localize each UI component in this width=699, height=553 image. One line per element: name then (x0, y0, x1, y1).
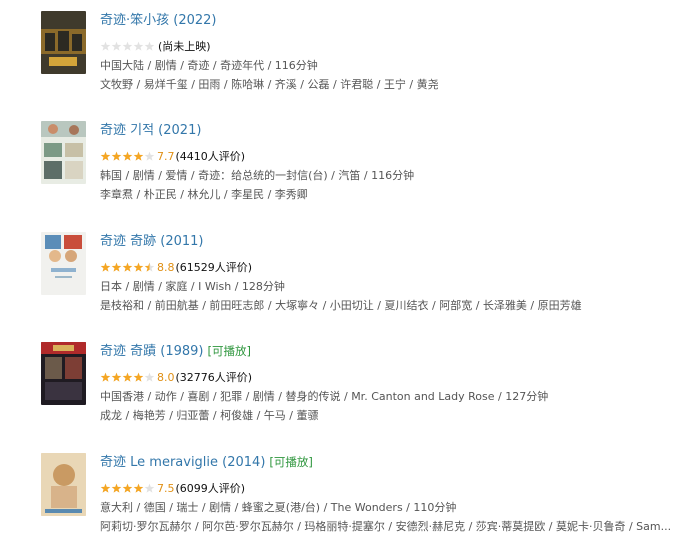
rating-line: 8.0(32776人评价) (100, 369, 253, 384)
star-empty-icon (100, 41, 111, 51)
rating-votes: (32776人评价) (175, 371, 253, 384)
rating-stars-icon (100, 261, 155, 272)
star-filled-icon (100, 483, 111, 493)
rating-votes: (4410人评价) (175, 150, 246, 163)
movie-cast: 是枝裕和 / 前田航基 / 前田旺志郎 / 大塚寧々 / 小田切让 / 夏川结衣… (100, 299, 582, 312)
star-filled-icon (133, 372, 144, 382)
movie-cast: 阿莉切·罗尔瓦赫尔 / 阿尔芭·罗尔瓦赫尔 / 玛格丽特·提塞尔 / 安德烈·赫… (100, 520, 670, 533)
rating-stars-icon (100, 371, 155, 382)
star-filled-icon (122, 262, 133, 272)
star-filled-icon (100, 262, 111, 272)
star-empty-icon (144, 151, 155, 161)
title-line: 奇迹 Le meraviglie (2014) [可播放] (100, 454, 313, 471)
movie-title-link[interactable]: 奇迹 奇蹟 (1989) (100, 344, 204, 359)
star-filled-icon (133, 262, 144, 272)
result-item-1: 奇迹·笨小孩 (2022) (尚未上映) 中国大陆 / 剧情 / 奇迹 / 奇迹… (0, 11, 699, 111)
playable-badge[interactable]: [可播放] (269, 455, 312, 469)
rating-stars-icon (100, 40, 155, 51)
movie-meta: 日本 / 剧情 / 家庭 / I Wish / 128分钟 (100, 280, 285, 293)
movie-cast: 文牧野 / 易烊千玺 / 田雨 / 陈哈琳 / 齐溪 / 公磊 / 许君聪 / … (100, 78, 439, 91)
result-item-2: 奇迹 기적 (2021) 7.7(4410人评价) 韩国 / 剧情 / 爱情 /… (0, 121, 699, 221)
star-empty-icon (144, 372, 155, 382)
movie-meta: 意大利 / 德国 / 瑞士 / 剧情 / 蜂蜜之夏(港/台) / The Won… (100, 501, 457, 514)
star-filled-icon (111, 483, 122, 493)
rating-votes: (6099人评价) (175, 482, 246, 495)
star-filled-icon (100, 151, 111, 161)
star-empty-icon (144, 483, 155, 493)
movie-meta: 中国香港 / 动作 / 喜剧 / 犯罪 / 剧情 / 替身的传说 / Mr. C… (100, 390, 549, 403)
rating-score: 7.5 (157, 482, 175, 495)
movie-title-link[interactable]: 奇迹 기적 (2021) (100, 123, 201, 138)
result-item-4: 奇迹 奇蹟 (1989) [可播放] 8.0(32776人评价) 中国香港 / 动… (0, 342, 699, 442)
star-filled-icon (111, 262, 122, 272)
title-line: 奇迹·笨小孩 (2022) (100, 12, 221, 29)
rating-votes: (尚未上映) (158, 40, 211, 53)
movie-meta: 韩国 / 剧情 / 爱情 / 奇迹：给总统的一封信(台) / 汽笛 / 116分… (100, 169, 415, 182)
rating-stars-icon (100, 150, 155, 161)
movie-title-link[interactable]: 奇迹 奇跡 (2011) (100, 234, 204, 249)
star-filled-icon (122, 372, 133, 382)
rating-votes: (61529人评价) (175, 261, 253, 274)
movie-poster[interactable] (41, 342, 86, 405)
title-line: 奇迹 奇跡 (2011) (100, 233, 208, 250)
movie-cast: 成龙 / 梅艳芳 / 归亚蕾 / 柯俊雄 / 午马 / 董骠 (100, 409, 319, 422)
star-empty-icon (144, 41, 155, 51)
rating-line: (尚未上映) (100, 38, 211, 53)
star-filled-icon (111, 372, 122, 382)
movie-title-link[interactable]: 奇迹·笨小孩 (2022) (100, 13, 217, 28)
movie-title-link[interactable]: 奇迹 Le meraviglie (2014) (100, 455, 265, 470)
rating-score: 8.8 (157, 261, 175, 274)
star-filled-icon (133, 483, 144, 493)
title-line: 奇迹 奇蹟 (1989) [可播放] (100, 343, 251, 360)
rating-line: 7.5(6099人评价) (100, 480, 246, 495)
star-filled-icon (122, 483, 133, 493)
rating-score: 7.7 (157, 150, 175, 163)
movie-poster[interactable] (41, 232, 86, 295)
movie-poster[interactable] (41, 453, 86, 516)
star-filled-icon (100, 372, 111, 382)
movie-meta: 中国大陆 / 剧情 / 奇迹 / 奇迹年代 / 116分钟 (100, 59, 318, 72)
movie-poster[interactable] (41, 11, 86, 74)
rating-line: 8.8(61529人评价) (100, 259, 253, 274)
result-item-5: 奇迹 Le meraviglie (2014) [可播放] 7.5(6099人评价… (0, 453, 699, 553)
rating-line: 7.7(4410人评价) (100, 148, 246, 163)
movie-cast: 李章焄 / 朴正民 / 林允儿 / 李星民 / 李秀卿 (100, 188, 308, 201)
rating-stars-icon (100, 482, 155, 493)
playable-badge[interactable]: [可播放] (208, 344, 251, 358)
rating-score: 8.0 (157, 371, 175, 384)
star-empty-icon (133, 41, 144, 51)
result-item-3: 奇迹 奇跡 (2011) 8.8(61529人评价) 日本 / 剧情 / 家庭 … (0, 232, 699, 332)
star-empty-icon (122, 41, 133, 51)
title-line: 奇迹 기적 (2021) (100, 122, 205, 139)
star-empty-icon (111, 41, 122, 51)
star-filled-icon (111, 151, 122, 161)
movie-poster[interactable] (41, 121, 86, 184)
star-filled-icon (122, 151, 133, 161)
star-filled-icon (133, 151, 144, 161)
